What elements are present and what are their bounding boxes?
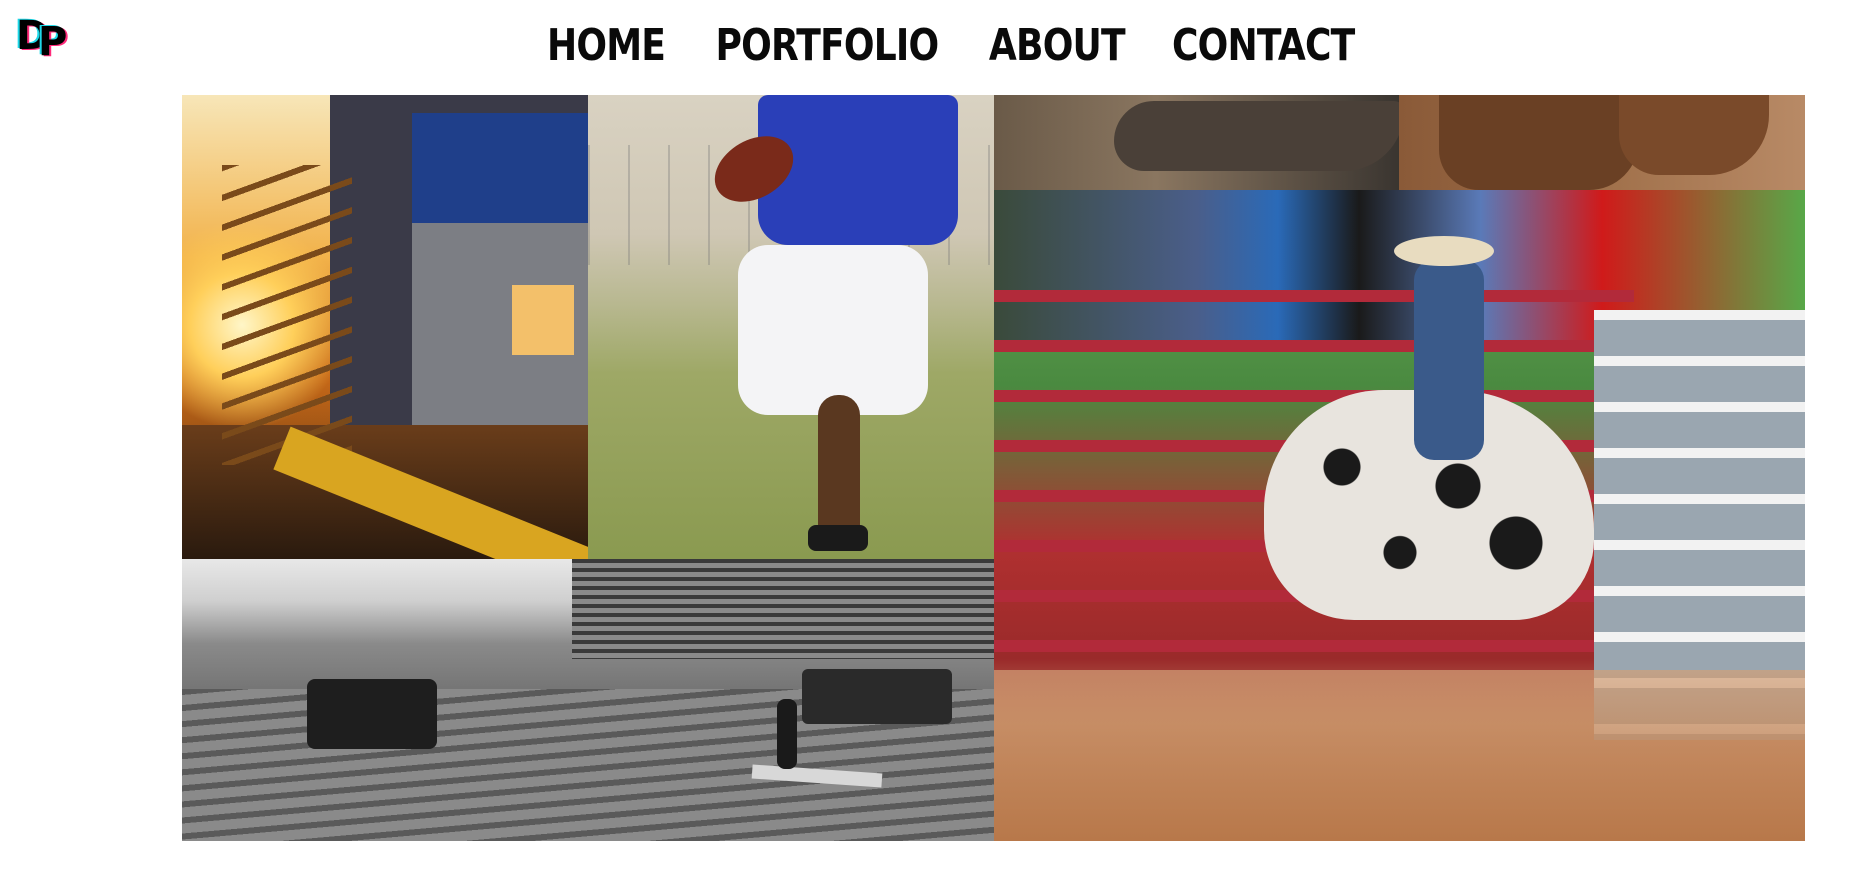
- nav-contact[interactable]: CONTACT: [1167, 14, 1359, 78]
- gallery-tile-mud-trucks[interactable]: [182, 559, 994, 841]
- player-leg: [818, 395, 860, 545]
- pickup-truck: [802, 669, 952, 724]
- ostrich-beak: [1114, 101, 1399, 171]
- dirt-dust: [994, 670, 1805, 841]
- stairs: [222, 165, 352, 465]
- person-standing: [777, 699, 797, 769]
- cowboy-hat: [1394, 236, 1494, 266]
- antelope-body: [1439, 95, 1639, 190]
- grandstand: [572, 559, 994, 659]
- nav-portfolio[interactable]: PORTFOLIO: [710, 14, 943, 78]
- gallery-tile-ostrich[interactable]: [994, 95, 1399, 190]
- player-pants: [738, 245, 928, 415]
- bull-rider: [1414, 260, 1484, 460]
- gallery-tile-antelope[interactable]: [1399, 95, 1805, 190]
- page: D P HOME PORTFOLIO ABOUT CONTACT: [0, 0, 1875, 891]
- gallery-tile-football-player[interactable]: [588, 95, 994, 559]
- nav-about[interactable]: ABOUT: [984, 14, 1130, 78]
- main-nav: HOME PORTFOLIO ABOUT CONTACT: [0, 14, 1875, 78]
- press-box-window: [512, 285, 574, 355]
- mud-truck: [307, 679, 437, 749]
- gallery-tile-sunset-bleachers[interactable]: [182, 95, 588, 559]
- antelope-body-2: [1619, 95, 1769, 175]
- player-cleat: [808, 525, 868, 551]
- press-box-blue-panel: [412, 113, 588, 223]
- gallery-tile-rodeo[interactable]: [994, 190, 1805, 841]
- nav-home[interactable]: HOME: [542, 14, 670, 78]
